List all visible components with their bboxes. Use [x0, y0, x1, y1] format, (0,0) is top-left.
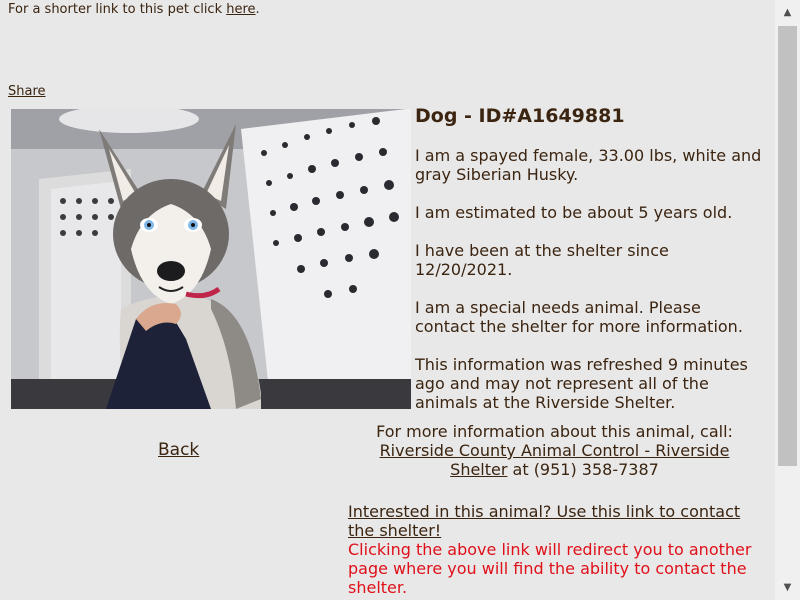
contact-line: Riverside County Animal Control - Rivers…: [352, 441, 757, 479]
refresh-note: This information was refreshed 9 minutes…: [415, 355, 748, 412]
pet-age: I am estimated to be about 5 years old.: [415, 203, 733, 222]
short-link-suffix: .: [255, 2, 260, 17]
contact-info: For more information about this animal, …: [352, 422, 757, 479]
pet-description: I am a spayed female, 33.00 lbs, white a…: [415, 146, 762, 184]
scroll-up-arrow-icon[interactable]: ▲: [775, 0, 800, 25]
short-link-prefix: For a shorter link to this pet click: [8, 2, 227, 17]
shelter-phone: at (951) 358-7387: [507, 460, 659, 479]
short-link-line: For a shorter link to this pet click her…: [8, 2, 260, 17]
share-link[interactable]: Share: [8, 84, 46, 99]
pet-special-needs: I am a special needs animal. Please cont…: [415, 298, 743, 336]
short-link-here-link[interactable]: here: [226, 2, 255, 17]
scroll-down-arrow-icon[interactable]: ▼: [775, 575, 800, 600]
pet-info: Dog - ID#A1649881 I am a spayed female, …: [415, 104, 765, 431]
scrollbar-thumb[interactable]: [778, 26, 797, 466]
pet-shelter-since: I have been at the shelter since 12/20/2…: [415, 241, 669, 279]
pet-detail-page: For a shorter link to this pet click her…: [0, 0, 775, 600]
pet-id-heading: Dog - ID#A1649881: [415, 105, 625, 127]
redirect-note: Clicking the above link will redirect yo…: [348, 540, 752, 597]
back-link[interactable]: Back: [158, 440, 199, 460]
contact-intro: For more information about this animal, …: [376, 422, 733, 441]
interested-section: Interested in this animal? Use this link…: [348, 502, 768, 597]
pet-photo: [11, 109, 411, 409]
husky-photo-image: [11, 109, 411, 409]
vertical-scrollbar[interactable]: ▲ ▼: [775, 0, 800, 600]
contact-shelter-link[interactable]: Interested in this animal? Use this link…: [348, 502, 740, 540]
